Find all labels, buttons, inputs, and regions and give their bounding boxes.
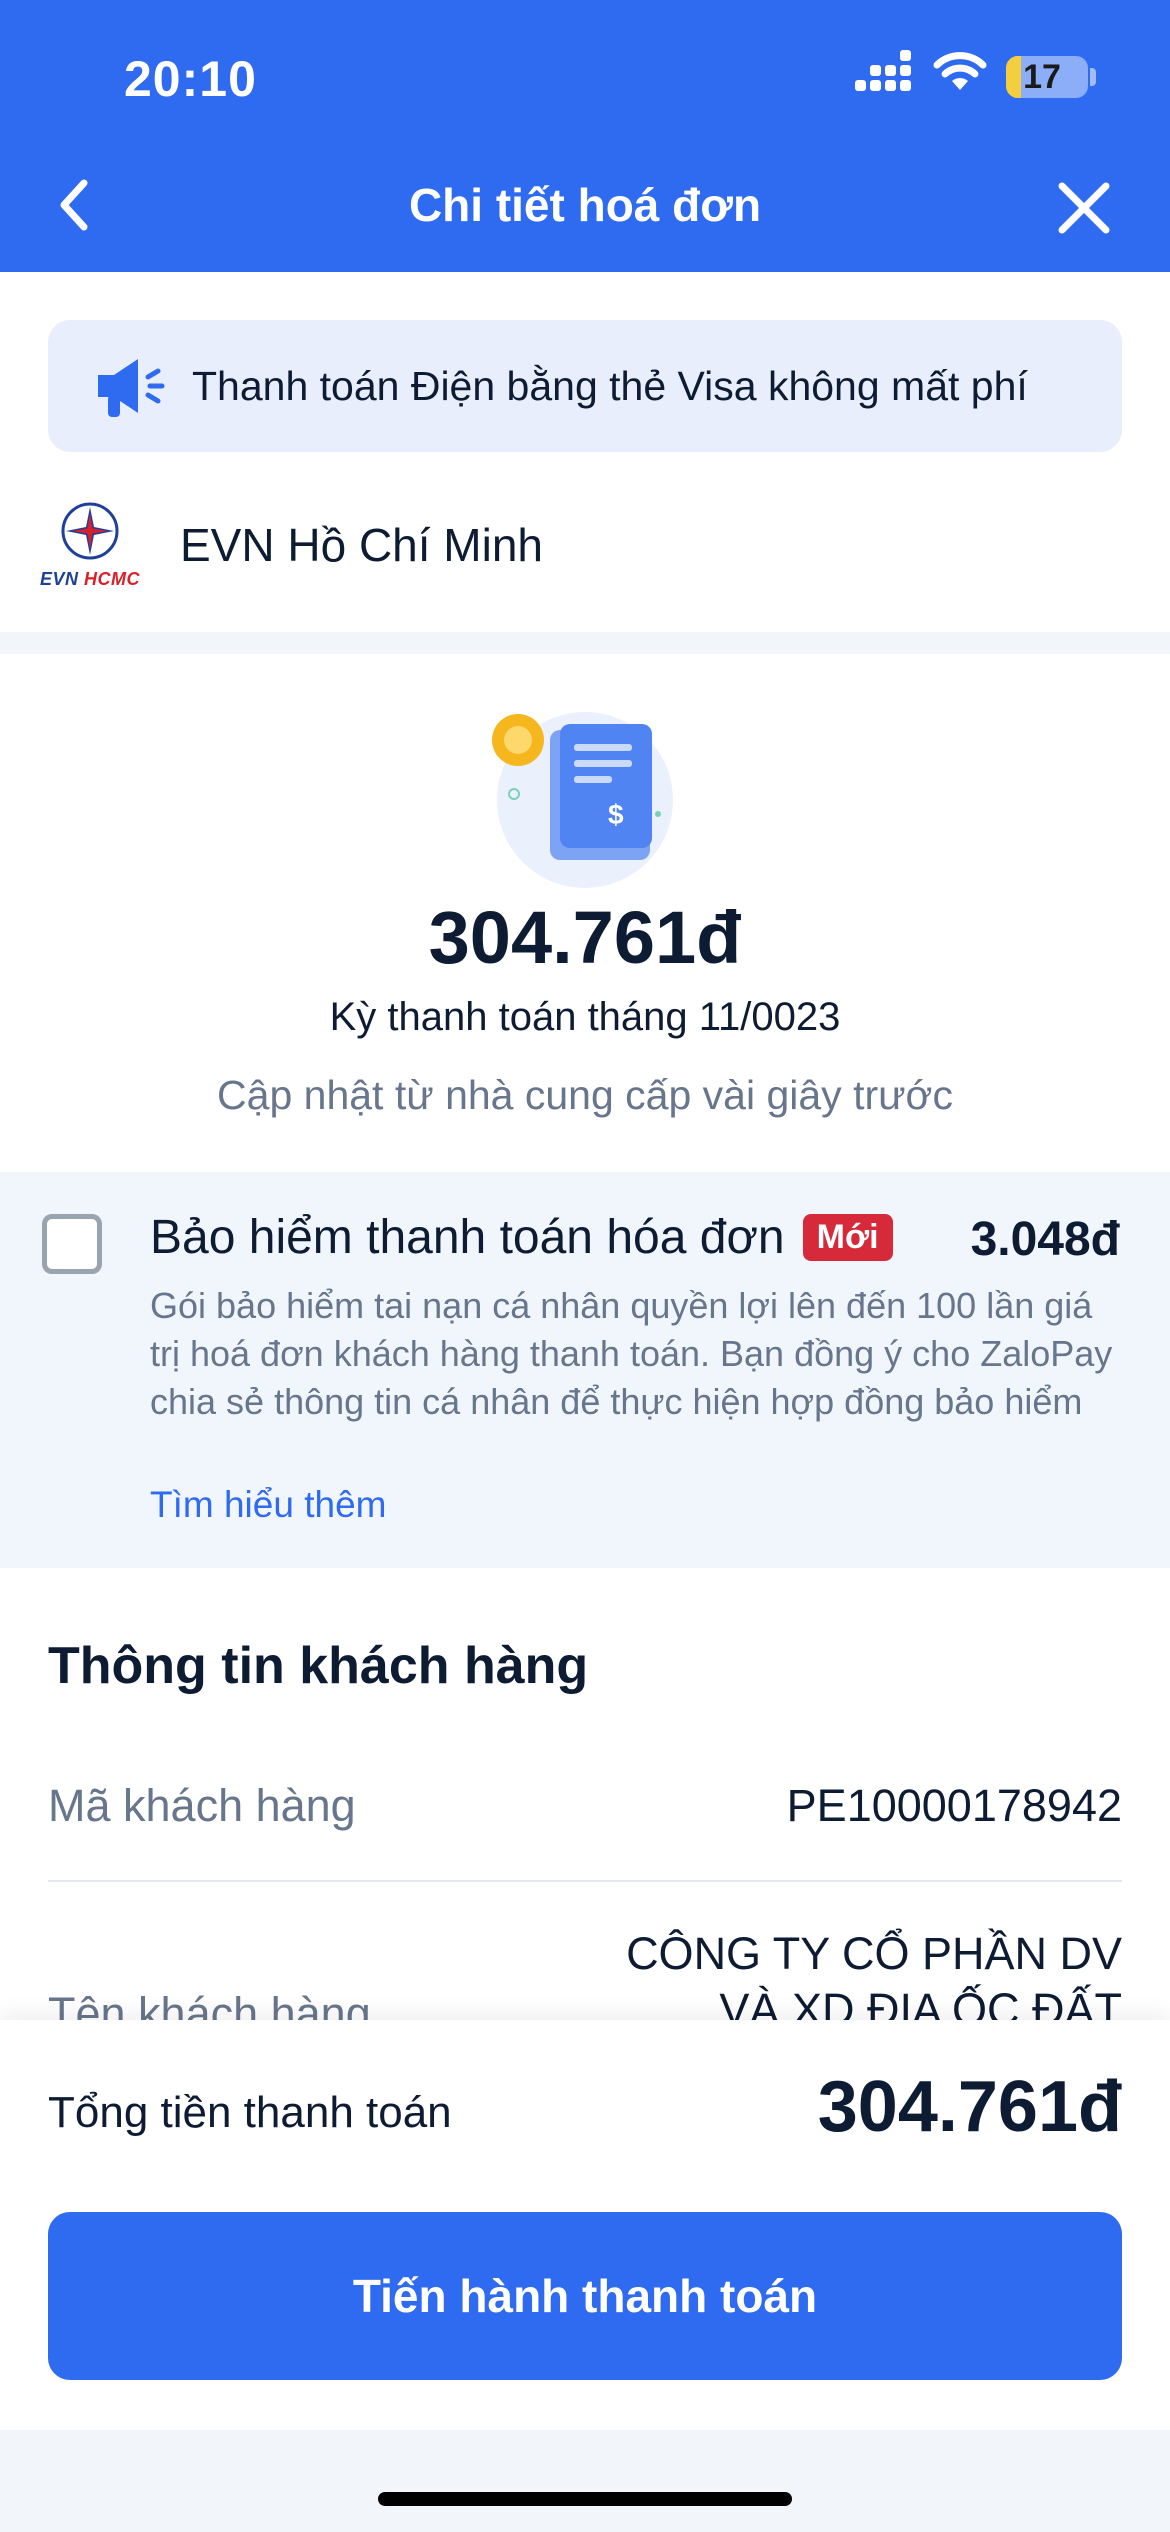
battery-percent: 17 xyxy=(1023,58,1061,96)
wifi-icon xyxy=(933,52,987,90)
close-icon xyxy=(1058,182,1110,234)
learn-more-link[interactable]: Tìm hiểu thêm xyxy=(150,1484,386,1526)
row-separator xyxy=(48,1880,1122,1882)
home-indicator[interactable] xyxy=(378,2492,792,2506)
evn-logo-text: EVN HCMC xyxy=(39,569,141,589)
insurance-description: Gói bảo hiểm tai nạn cá nhân quyền lợi l… xyxy=(150,1285,1113,1422)
bill-illustration-icon: $ xyxy=(492,712,673,888)
status-time: 20:10 xyxy=(124,51,257,107)
app-header: 20:10 17 Chi tiết hoá đơn xyxy=(0,0,1170,272)
cellular-signal-icon xyxy=(855,50,915,98)
customer-id-label: Mã khách hàng xyxy=(48,1780,356,1831)
close-button[interactable] xyxy=(1054,178,1114,238)
new-badge: Mới xyxy=(802,1214,893,1261)
proceed-payment-button[interactable]: Tiến hành thanh toán xyxy=(48,2212,1122,2380)
total-label: Tổng tiền thanh toán xyxy=(48,2088,452,2137)
insurance-title: Bảo hiểm thanh toán hóa đơn xyxy=(150,1211,785,1264)
page-title: Chi tiết hoá đơn xyxy=(408,179,762,231)
total-amount: 304.761đ xyxy=(817,2067,1122,2147)
customer-name-value-line1: CÔNG TY CỔ PHẦN DV xyxy=(626,1928,1122,1979)
update-status: Cập nhật từ nhà cung cấp vài giây trước xyxy=(217,1072,953,1118)
billing-period: Kỳ thanh toán tháng 11/0023 xyxy=(329,995,841,1039)
insurance-checkbox[interactable] xyxy=(42,1214,102,1274)
megaphone-icon xyxy=(98,359,165,417)
customer-id-value: PE10000178942 xyxy=(786,1780,1122,1831)
battery-icon: 17 xyxy=(1006,56,1088,98)
promo-banner[interactable]: Thanh toán Điện bằng thẻ Visa không mất … xyxy=(48,320,1122,452)
customer-info-title: Thông tin khách hàng xyxy=(48,1637,589,1695)
evn-logo: EVN HCMC xyxy=(36,495,144,595)
svg-text:$: $ xyxy=(608,799,624,830)
insurance-title-row: Bảo hiểm thanh toán hóa đơn Mới xyxy=(150,1210,893,1265)
insurance-option: Bảo hiểm thanh toán hóa đơn Mới 3.048đ G… xyxy=(0,1172,1170,1568)
evn-star-icon xyxy=(61,502,119,560)
section-divider xyxy=(0,632,1170,654)
provider-name: EVN Hồ Chí Minh xyxy=(180,519,544,571)
home-indicator-area xyxy=(0,2430,1170,2532)
promo-text: Thanh toán Điện bằng thẻ Visa không mất … xyxy=(192,362,1028,409)
payment-summary-sheet: Tổng tiền thanh toán 304.761đ Tiến hành … xyxy=(0,2020,1170,2430)
provider-row: EVN HCMC EVN Hồ Chí Minh xyxy=(36,490,543,600)
bill-amount: 304.761đ xyxy=(428,896,742,979)
insurance-price: 3.048đ xyxy=(970,1213,1120,1266)
battery-cap xyxy=(1090,68,1096,86)
